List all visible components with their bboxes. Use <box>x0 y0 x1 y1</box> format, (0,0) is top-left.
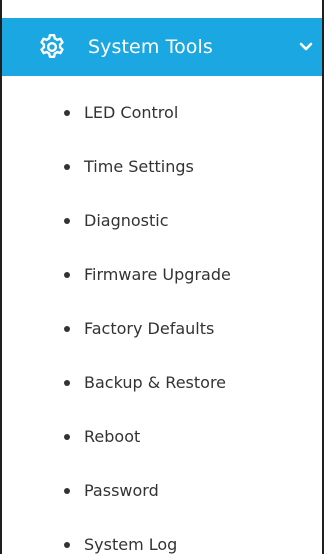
submenu-item-firmware-upgrade[interactable]: Firmware Upgrade <box>2 248 322 302</box>
submenu-item-reboot[interactable]: Reboot <box>2 410 322 464</box>
submenu-item-label: LED Control <box>84 103 179 122</box>
bullet-icon <box>64 326 70 332</box>
submenu-item-diagnostic[interactable]: Diagnostic <box>2 194 322 248</box>
submenu-item-label: Reboot <box>84 427 141 446</box>
bullet-icon <box>64 110 70 116</box>
system-tools-header[interactable]: System Tools <box>2 18 322 76</box>
submenu-item-label: Factory Defaults <box>84 319 215 338</box>
submenu-item-system-log[interactable]: System Log <box>2 518 322 554</box>
gear-icon <box>35 30 69 64</box>
submenu-item-label: Diagnostic <box>84 211 169 230</box>
bullet-icon <box>64 272 70 278</box>
submenu-item-label: System Log <box>84 535 178 554</box>
bullet-icon <box>64 164 70 170</box>
chevron-down-icon[interactable] <box>294 35 318 59</box>
bullet-icon <box>64 542 70 548</box>
submenu-item-label: Password <box>84 481 159 500</box>
menu-title: System Tools <box>88 36 213 58</box>
system-tools-menu: System Tools LED Control Time Settings D… <box>0 0 324 554</box>
submenu-item-time-settings[interactable]: Time Settings <box>2 140 322 194</box>
submenu-item-label: Firmware Upgrade <box>84 265 231 284</box>
bullet-icon <box>64 380 70 386</box>
submenu-item-label: Backup & Restore <box>84 373 227 392</box>
submenu-item-backup-restore[interactable]: Backup & Restore <box>2 356 322 410</box>
bullet-icon <box>64 434 70 440</box>
bullet-icon <box>64 488 70 494</box>
submenu-item-label: Time Settings <box>84 157 194 176</box>
submenu-item-factory-defaults[interactable]: Factory Defaults <box>2 302 322 356</box>
submenu-list: LED Control Time Settings Diagnostic Fir… <box>2 86 322 554</box>
bullet-icon <box>64 218 70 224</box>
submenu-item-password[interactable]: Password <box>2 464 322 518</box>
submenu-item-led-control[interactable]: LED Control <box>2 86 322 140</box>
